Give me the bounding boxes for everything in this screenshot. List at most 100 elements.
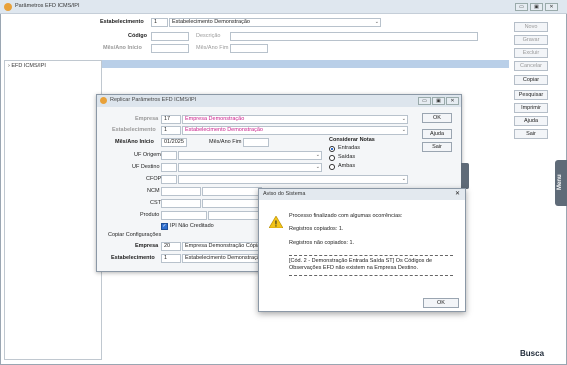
minimize-button[interactable]: ▭	[418, 97, 431, 105]
chevron-down-icon: ⌄	[315, 164, 320, 170]
aviso-message: Processo finalizado com algumas ocorrênc…	[289, 213, 403, 219]
tree-item-efd[interactable]: › EFD ICMS/IPI	[8, 63, 46, 69]
radio-entradas-label: Entradas	[338, 145, 361, 151]
produto-code[interactable]	[161, 211, 207, 220]
window-title: Parâmetros EFD ICMS/IPI	[15, 3, 80, 9]
minimize-button[interactable]: ▭	[515, 3, 528, 11]
cfop-label: CFOP	[146, 176, 162, 182]
rep-ok-button[interactable]: OK	[422, 113, 452, 123]
busca-label: Busca	[520, 349, 545, 358]
menu-tab-label: Menu	[557, 174, 563, 190]
side-button-6[interactable]: Imprimir	[514, 103, 548, 113]
estabelecimento-code-field[interactable]: 1	[151, 18, 168, 27]
close-button[interactable]: ✕	[545, 3, 558, 11]
side-button-8[interactable]: Sair	[514, 129, 548, 139]
estabelecimento-label: Estabelecimento	[100, 19, 144, 25]
menu-tab[interactable]: Menu	[555, 160, 567, 206]
dest-empresa-select[interactable]: Empresa Demonstração Cópia	[182, 242, 262, 251]
codigo-label: Código	[128, 33, 147, 39]
rep-estab-code[interactable]: 1	[161, 126, 181, 135]
uf-origem-code[interactable]	[161, 151, 177, 160]
radio-ambas[interactable]	[329, 164, 335, 170]
ncm-code[interactable]	[161, 187, 201, 196]
ncm-desc[interactable]	[202, 187, 262, 196]
copiar-config-label: Copiar Configurações	[108, 232, 162, 238]
cfop-select[interactable]: ⌄	[178, 175, 408, 184]
rep-empresa-label: Empresa	[135, 116, 159, 122]
cst-desc[interactable]	[202, 199, 262, 208]
aviso-ok-button[interactable]: OK	[423, 298, 459, 308]
side-button-7[interactable]: Ajuda	[514, 116, 548, 126]
cst-code[interactable]	[161, 199, 201, 208]
warning-icon: !	[269, 216, 283, 228]
side-button-5[interactable]: Pesquisar	[514, 90, 548, 100]
uf-origem-select[interactable]: ⌄	[178, 151, 322, 160]
descricao-field[interactable]	[230, 32, 478, 41]
side-button-2[interactable]: Excluir	[514, 48, 548, 58]
produto-desc[interactable]	[208, 211, 262, 220]
main-titlebar: Parâmetros EFD ICMS/IPI ▭ ▣ ✕	[0, 0, 567, 14]
codigo-field[interactable]	[151, 32, 189, 41]
uf-destino-code[interactable]	[161, 163, 177, 172]
rep-sair-button[interactable]: Sair	[422, 142, 452, 152]
cfop-code[interactable]	[161, 175, 177, 184]
mes-ano-inicio-field[interactable]	[151, 44, 189, 53]
dest-empresa-label: Empresa	[135, 243, 159, 249]
considerar-notas-title: Considerar Notas	[329, 137, 375, 143]
uf-origem-label: UF Origem	[134, 152, 161, 158]
rep-empresa-code[interactable]: 17	[161, 115, 181, 124]
radio-saidas-label: Saídas	[338, 154, 356, 160]
chevron-down-icon: ⌄	[374, 19, 379, 25]
dest-estab-code[interactable]: 1	[161, 254, 181, 263]
rep-estab-select[interactable]: Estabelecimento Demonstração ⌄	[182, 126, 408, 135]
estabelecimento-select[interactable]: Estabelecimento Demonstração ⌄	[169, 18, 381, 27]
chevron-down-icon: ⌄	[401, 116, 406, 122]
side-button-3[interactable]: Cancelar	[514, 61, 548, 71]
ipi-label: IPI Não Creditado	[170, 223, 214, 229]
rep-estab-label: Estabelecimento	[112, 127, 156, 133]
rep-mes-inicio-field[interactable]: 01/2025	[161, 138, 187, 147]
close-icon[interactable]: ✕	[455, 190, 460, 197]
replicar-title: Replicar Parâmetros EFD ICMS/IPI	[110, 97, 197, 103]
uf-destino-select[interactable]: ⌄	[178, 163, 322, 172]
chevron-down-icon: ⌄	[315, 152, 320, 158]
rep-ajuda-button[interactable]: Ajuda	[422, 129, 452, 139]
side-button-4[interactable]: Copiar	[514, 75, 548, 85]
tree-panel: › EFD ICMS/IPI	[4, 60, 102, 360]
detail-rule-bottom	[289, 275, 453, 276]
aviso-detail: [Cód. 2 - Demonstração Entrada Saída ST]…	[289, 258, 433, 271]
ipi-checkbox[interactable]: ✓	[161, 223, 168, 230]
radio-ambas-label: Ambas	[338, 163, 356, 169]
rep-empresa-value: Empresa Demonstração	[185, 116, 245, 122]
estabelecimento-select-value: Estabelecimento Demonstração	[172, 19, 250, 25]
close-button[interactable]: ✕	[446, 97, 459, 105]
mes-ano-fim-field[interactable]	[230, 44, 268, 53]
side-button-0[interactable]: Novo	[514, 22, 548, 32]
dest-empresa-code[interactable]: 20	[161, 242, 181, 251]
side-tab	[461, 163, 469, 189]
rep-mes-fim-field[interactable]	[243, 138, 269, 147]
replicar-titlebar: Replicar Parâmetros EFD ICMS/IPI ▭ ▣ ✕	[97, 95, 461, 107]
app-icon	[4, 3, 12, 11]
rep-estab-value: Estabelecimento Demonstração	[185, 127, 263, 133]
registros-nao-copiados: Registros não copiados: 1.	[289, 240, 355, 246]
descricao-label: Descrição	[196, 33, 221, 39]
grid-header-band	[102, 60, 509, 68]
registros-copiados: Registros copiados: 1.	[289, 226, 344, 232]
rep-empresa-select[interactable]: Empresa Demonstração ⌄	[182, 115, 408, 124]
chevron-down-icon: ⌄	[401, 127, 406, 133]
rep-mes-fim-label: Mês/Ano Fim	[209, 139, 242, 145]
uf-destino-label: UF Destino	[132, 164, 160, 170]
dest-estab-label: Estabelecimento	[111, 255, 155, 261]
radio-saidas[interactable]	[329, 155, 335, 161]
produto-label: Produto	[140, 212, 160, 218]
mes-ano-inicio-label: Mês/Ano Início	[103, 45, 142, 51]
dest-estab-select[interactable]: Estabelecimento Demonstração	[182, 254, 262, 263]
rep-mes-inicio-label: Mês/Ano Início	[115, 139, 154, 145]
aviso-dialog: Aviso do Sistema ✕ Processo finalizado c…	[258, 188, 466, 312]
mes-ano-fim-label: Mês/Ano Fim	[196, 45, 229, 51]
maximize-button[interactable]: ▣	[432, 97, 445, 105]
maximize-button[interactable]: ▣	[530, 3, 543, 11]
side-button-1[interactable]: Gravar	[514, 35, 548, 45]
radio-entradas[interactable]	[329, 146, 335, 152]
